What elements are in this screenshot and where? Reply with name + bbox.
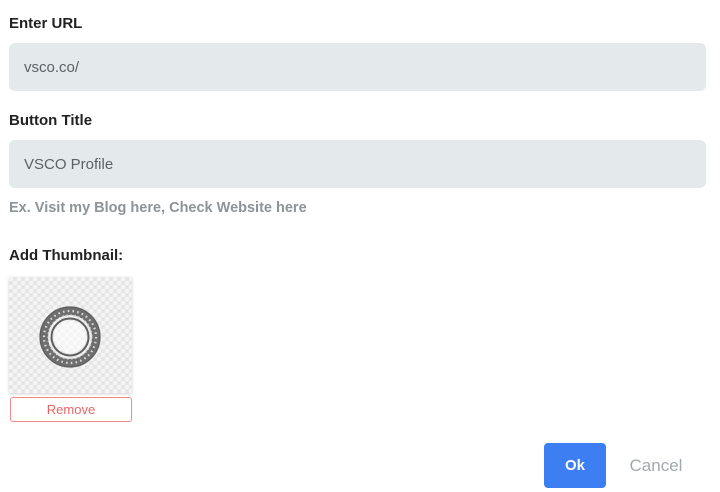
thumbnail-preview[interactable]: [9, 277, 132, 393]
cancel-button[interactable]: Cancel: [622, 443, 690, 488]
url-input[interactable]: [24, 58, 691, 76]
url-field[interactable]: [9, 43, 706, 91]
thumbnail-label: Add Thumbnail:: [9, 247, 124, 264]
vsco-logo-icon: [39, 306, 101, 368]
add-link-dialog: Enter URL Button Title Ex. Visit my Blog…: [0, 0, 720, 492]
button-title-hint: Ex. Visit my Blog here, Check Website he…: [9, 200, 307, 216]
button-title-label: Button Title: [9, 112, 93, 129]
button-title-input[interactable]: [24, 155, 691, 173]
ok-button[interactable]: Ok: [544, 443, 606, 488]
remove-thumbnail-button[interactable]: Remove: [10, 397, 132, 422]
url-label: Enter URL: [9, 15, 83, 32]
button-title-field[interactable]: [9, 140, 706, 188]
